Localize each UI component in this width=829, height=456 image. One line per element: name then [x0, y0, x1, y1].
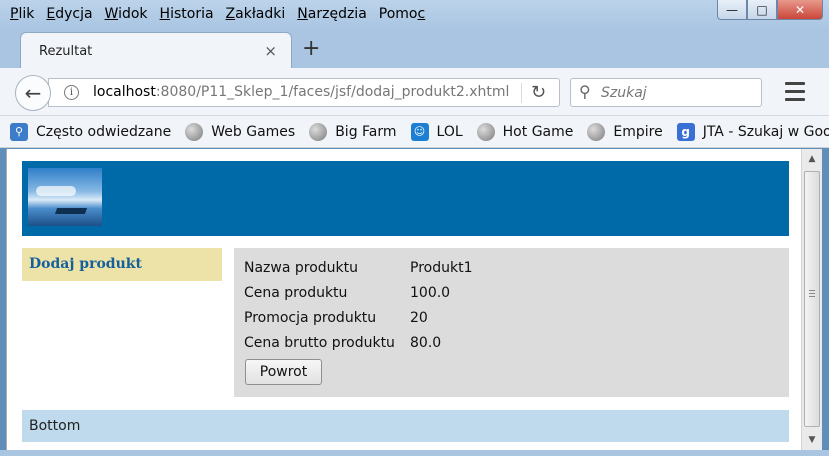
menu-edycja[interactable]: Edycja: [42, 6, 96, 22]
bookmark-label: Big Farm: [335, 123, 397, 140]
bookmark-label: LOL: [436, 123, 463, 140]
tab-rezultat[interactable]: Rezultat ×: [20, 32, 292, 68]
add-product-link[interactable]: Dodaj produkt: [29, 256, 142, 272]
search-icon: ⚲: [579, 82, 591, 101]
url-host: localhost: [93, 84, 156, 100]
scroll-down-icon[interactable]: ▼: [804, 432, 820, 448]
tab-strip: Rezultat × +: [0, 30, 829, 68]
url-path: :8080/P11_Sklep_1/faces/jsf/dodaj_produk…: [155, 84, 510, 100]
row-value: Produkt1: [410, 260, 473, 276]
menu-historia[interactable]: Historia: [156, 6, 218, 22]
lol-icon: ☺: [410, 122, 429, 141]
page-footer: Bottom: [22, 410, 789, 442]
page-viewport: Dodaj produkt Nazwa produktu Produkt1 Ce…: [6, 149, 801, 450]
bookmark-lol[interactable]: ☺ LOL: [410, 122, 463, 141]
bookmark-label: Empire: [613, 123, 663, 140]
globe-icon: [185, 122, 204, 141]
close-icon[interactable]: ✕: [777, 0, 823, 20]
url-bar[interactable]: i localhost:8080/P11_Sklep_1/faces/jsf/d…: [48, 78, 560, 107]
menu-plik[interactable]: Plik: [6, 6, 38, 22]
scroll-thumb[interactable]: [804, 171, 820, 427]
globe-icon: [476, 122, 495, 141]
row-label: Cena brutto produktu: [244, 335, 395, 351]
logo-image: [28, 168, 102, 226]
product-details: Nazwa produktu Produkt1 Cena produktu 10…: [234, 248, 789, 397]
footer-text: Bottom: [29, 418, 81, 434]
scroll-up-icon[interactable]: ▲: [804, 151, 820, 167]
row-label: Nazwa produktu: [244, 260, 359, 276]
search-input[interactable]: [601, 83, 751, 103]
logo-dock: [54, 208, 88, 214]
menu-pomoc[interactable]: Pomoc: [375, 6, 429, 22]
bookmark-empire[interactable]: Empire: [587, 122, 663, 141]
menu-zakladki[interactable]: Zakładki: [222, 6, 290, 22]
sidebar: Dodaj produkt: [22, 248, 222, 281]
bookmark-big-farm[interactable]: Big Farm: [309, 122, 397, 141]
minimize-icon[interactable]: —: [717, 0, 747, 20]
bookmark-hot-game[interactable]: Hot Game: [476, 122, 574, 141]
url-separator: [521, 83, 522, 103]
bookmark-jta-google[interactable]: g JTA - Szukaj w Google: [676, 122, 829, 141]
globe-icon: [587, 122, 606, 141]
bookmark-web-games[interactable]: Web Games: [185, 122, 296, 141]
row-label: Promocja produktu: [244, 310, 377, 326]
maximize-icon[interactable]: □: [747, 0, 777, 20]
frequent-icon: ⚲: [10, 122, 28, 141]
row-value: 100.0: [410, 285, 451, 301]
row-label: Cena produktu: [244, 285, 348, 301]
menu-bar: Plik Edycja Widok Historia Zakładki Narz…: [6, 6, 433, 22]
menu-narzedzia[interactable]: Narzędzia: [293, 6, 371, 22]
scroll-grip-icon: [809, 290, 815, 299]
row-value: 80.0: [410, 335, 442, 351]
page-header: [22, 161, 789, 236]
globe-icon: [309, 122, 328, 141]
search-bar[interactable]: ⚲: [570, 78, 762, 107]
google-icon: g: [676, 122, 695, 141]
bookmark-label: JTA - Szukaj w Google: [702, 123, 829, 140]
window-controls: — □ ✕: [717, 0, 823, 20]
info-icon[interactable]: i: [64, 85, 79, 100]
bookmarks-bar: ⚲ Często odwiedzane Web Games Big Farm ☺…: [0, 116, 829, 148]
bookmark-czesto-odwiedzane[interactable]: ⚲ Często odwiedzane: [10, 122, 172, 141]
menu-widok[interactable]: Widok: [101, 6, 152, 22]
new-tab-icon[interactable]: +: [302, 36, 320, 61]
window-frame: [0, 450, 829, 456]
vertical-scrollbar[interactable]: ▲ ▼: [801, 149, 822, 450]
url-text[interactable]: localhost:8080/P11_Sklep_1/faces/jsf/dod…: [93, 84, 509, 100]
back-button[interactable]: Powrot: [245, 359, 322, 385]
tab-title: Rezultat: [39, 44, 93, 59]
hamburger-menu-icon[interactable]: [782, 77, 808, 105]
tab-close-icon[interactable]: ×: [264, 42, 277, 60]
reload-icon[interactable]: ↻: [531, 82, 546, 103]
logo-cloud: [36, 186, 76, 196]
title-bar: Plik Edycja Widok Historia Zakładki Narz…: [0, 0, 829, 30]
bookmark-label: Web Games: [211, 123, 296, 140]
bookmark-label: Często odwiedzane: [36, 123, 172, 140]
bookmark-label: Hot Game: [502, 123, 574, 140]
back-arrow-icon[interactable]: ←: [15, 75, 51, 111]
nav-bar: i localhost:8080/P11_Sklep_1/faces/jsf/d…: [0, 68, 829, 116]
row-value: 20: [410, 310, 428, 326]
